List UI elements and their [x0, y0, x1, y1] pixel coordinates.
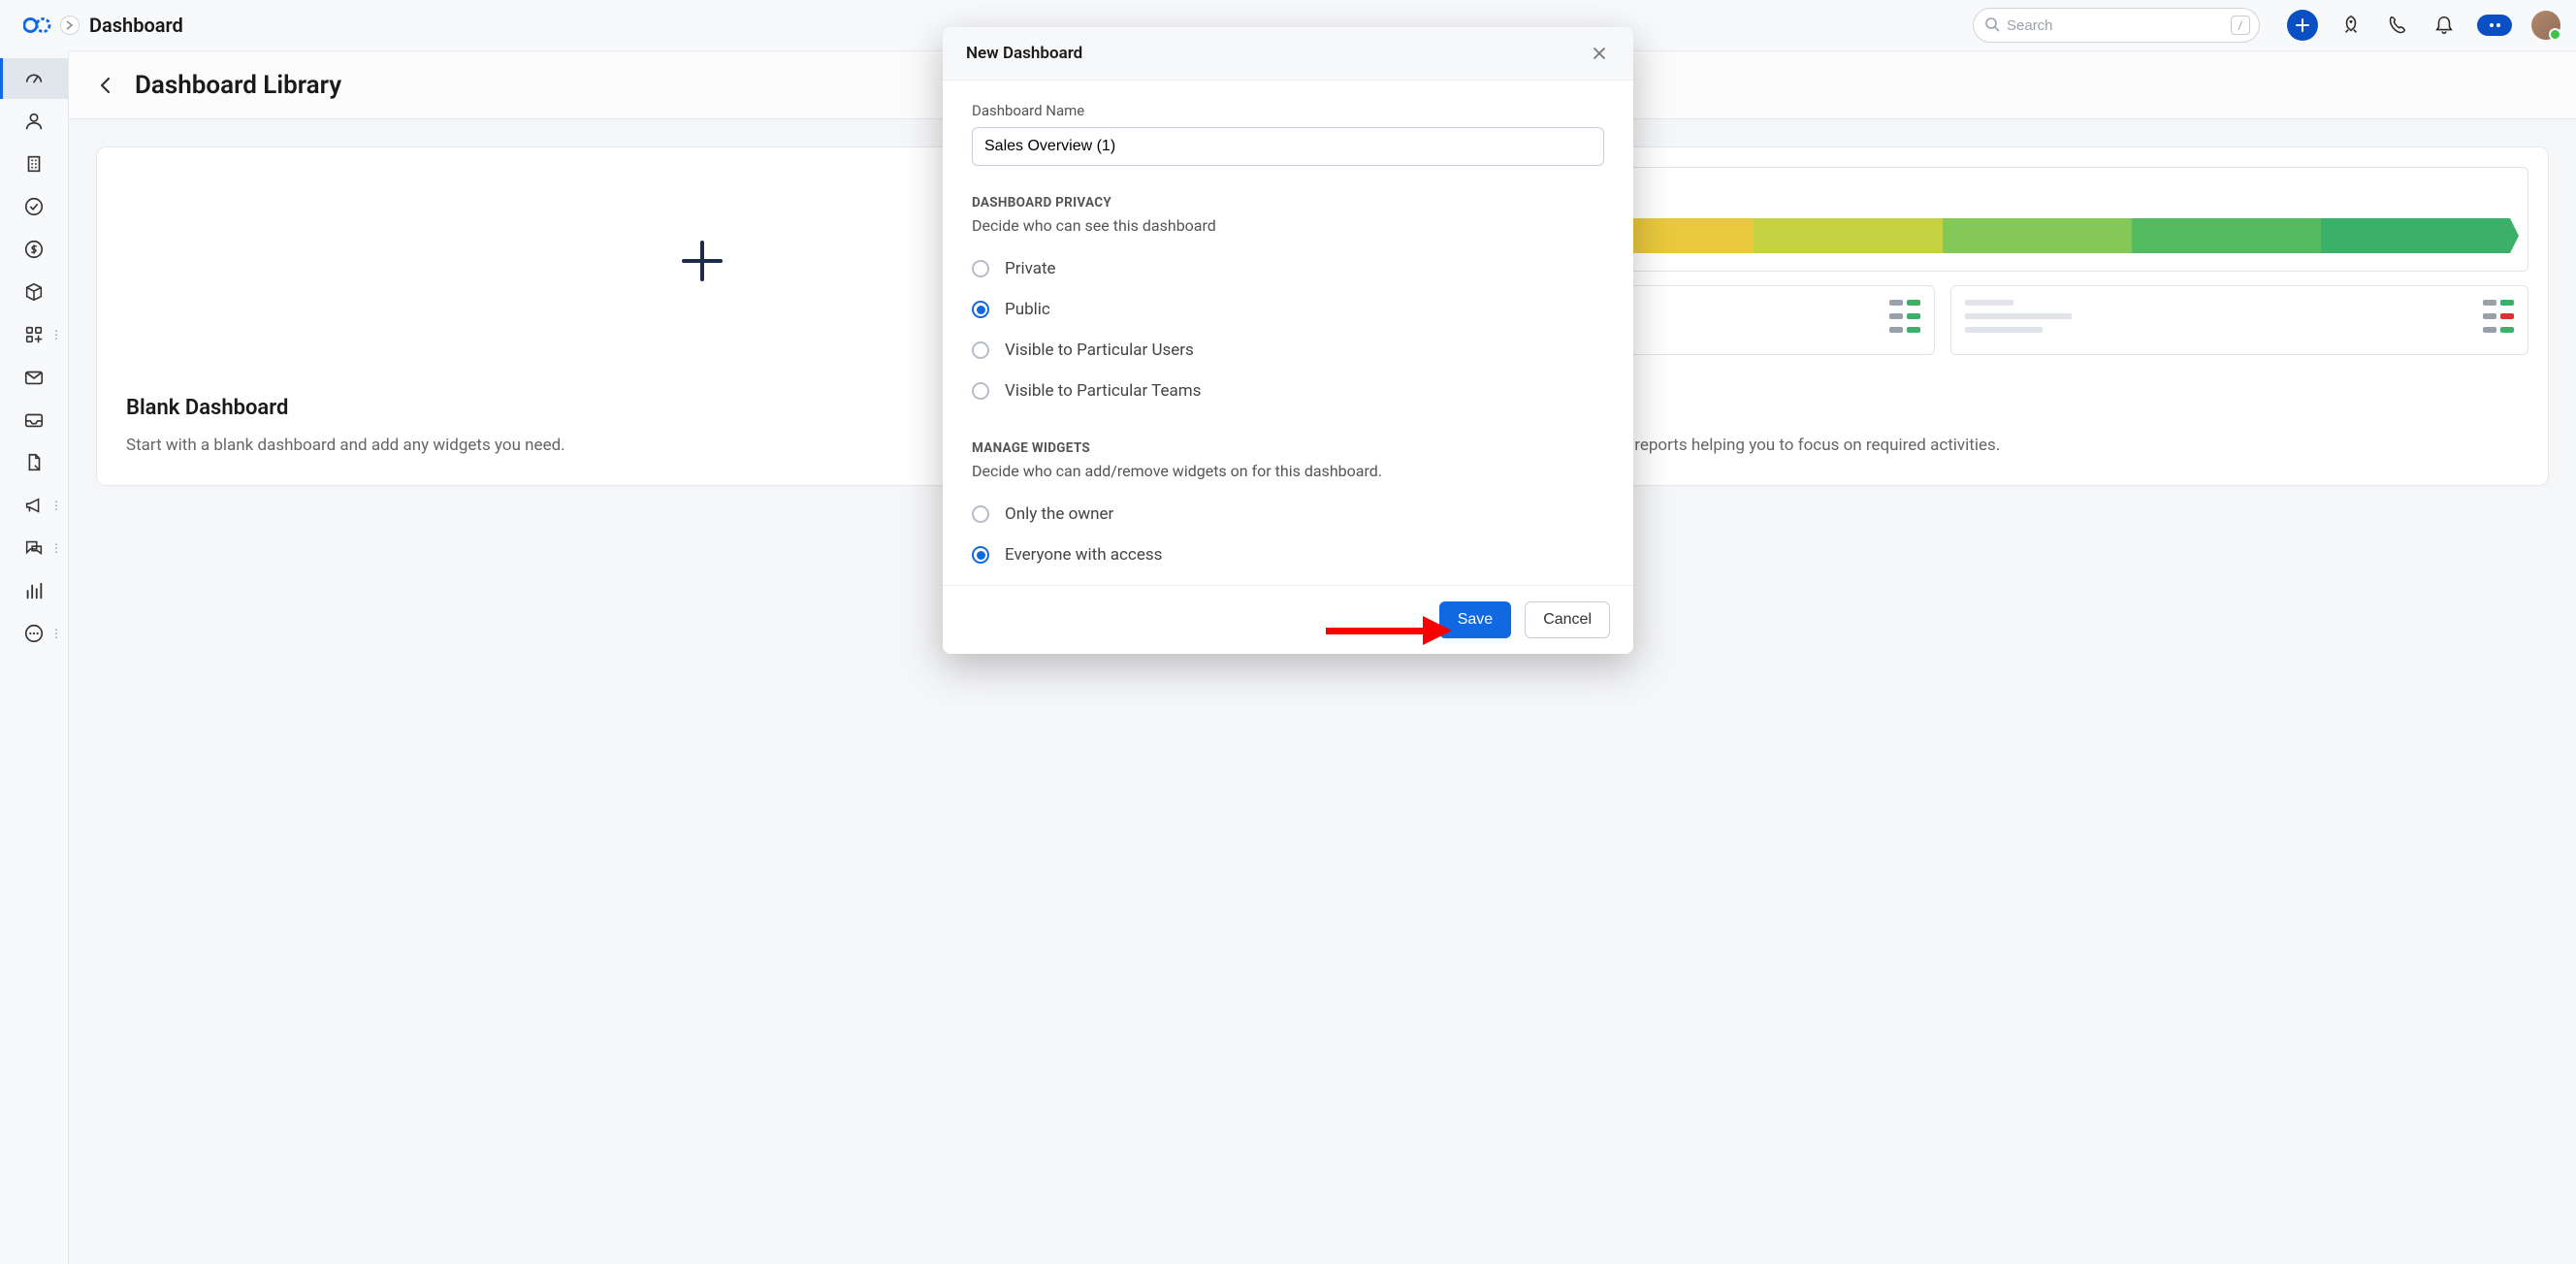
- bar-chart-icon: [23, 580, 45, 601]
- search-wrap: /: [1973, 8, 2260, 43]
- sidebar-item-apps[interactable]: ⋮: [0, 314, 68, 355]
- radio-label: Visible to Particular Users: [1005, 340, 1194, 360]
- top-actions: [2287, 10, 2560, 41]
- rocket-button[interactable]: [2337, 12, 2365, 39]
- search-shortcut-key: /: [2231, 16, 2250, 35]
- sidebar-item-inbox[interactable]: [0, 400, 68, 440]
- widgets-heading: MANAGE WIDGETS: [972, 440, 1604, 456]
- sidebar-item-documents[interactable]: [0, 442, 68, 483]
- mail-icon: [23, 367, 45, 388]
- chevron-left-icon: [96, 76, 115, 95]
- logo[interactable]: [16, 14, 66, 37]
- radio-label: Everyone with access: [1005, 545, 1162, 565]
- sidebar-expand-toggle[interactable]: [60, 16, 80, 35]
- sidebar-item-deals[interactable]: [0, 229, 68, 270]
- sidebar-item-products[interactable]: [0, 272, 68, 312]
- radio-icon: [972, 341, 989, 359]
- plus-icon: [678, 237, 726, 285]
- sidebar-item-more[interactable]: ⋮: [0, 613, 68, 654]
- radio-icon: [972, 301, 989, 318]
- app-logo-icon: [23, 14, 58, 37]
- phone-button[interactable]: [2384, 12, 2411, 39]
- dots-icon: ⋮: [50, 627, 62, 640]
- notifications-button[interactable]: [2431, 12, 2458, 39]
- annotation-arrow: [1326, 619, 1452, 642]
- sidebar-item-companies[interactable]: [0, 144, 68, 184]
- radio-icon: [972, 260, 989, 277]
- arrow-right-icon: [65, 20, 75, 30]
- radio-only-owner[interactable]: Only the owner: [972, 494, 1604, 535]
- radio-label: Private: [1005, 259, 1056, 278]
- chat-icon: [23, 537, 45, 559]
- radio-label: Visible to Particular Teams: [1005, 381, 1201, 401]
- privacy-subheading: Decide who can see this dashboard: [972, 216, 1604, 235]
- cancel-button[interactable]: Cancel: [1525, 601, 1610, 638]
- radio-icon: [972, 546, 989, 564]
- building-icon: [23, 153, 45, 175]
- radio-private[interactable]: Private: [972, 248, 1604, 289]
- sidebar-item-contacts[interactable]: [0, 101, 68, 142]
- dashboard-name-label: Dashboard Name: [972, 102, 1604, 119]
- close-button[interactable]: [1589, 43, 1610, 64]
- apps-icon: [23, 324, 45, 345]
- dots-icon: ⋮: [50, 541, 62, 555]
- radio-icon: [972, 382, 989, 400]
- radio-particular-teams[interactable]: Visible to Particular Teams: [972, 371, 1604, 411]
- sidebar-item-dashboard[interactable]: [0, 58, 68, 99]
- more-circle-icon: [23, 623, 45, 644]
- dots-icon: ⋮: [50, 328, 62, 341]
- sidebar-item-campaigns[interactable]: ⋮: [0, 485, 68, 526]
- radio-icon: [972, 505, 989, 523]
- inbox-icon: [23, 409, 45, 431]
- page-title: Dashboard: [89, 14, 183, 37]
- radio-public[interactable]: Public: [972, 289, 1604, 330]
- dollar-circle-icon: [23, 239, 45, 260]
- widgets-subheading: Decide who can add/remove widgets on for…: [972, 462, 1604, 480]
- new-dashboard-modal: New Dashboard Dashboard Name DASHBOARD P…: [943, 27, 1633, 654]
- radio-label: Only the owner: [1005, 504, 1113, 524]
- sidebar-item-email[interactable]: [0, 357, 68, 398]
- gauge-icon: [23, 68, 45, 89]
- radio-particular-users[interactable]: Visible to Particular Users: [972, 330, 1604, 371]
- modal-title: New Dashboard: [966, 44, 1082, 63]
- close-icon: [1593, 47, 1606, 60]
- search-icon: [1984, 16, 2000, 32]
- sidebar-item-tasks[interactable]: [0, 186, 68, 227]
- radio-everyone[interactable]: Everyone with access: [972, 535, 1604, 575]
- privacy-heading: DASHBOARD PRIVACY: [972, 195, 1604, 211]
- copilot-badge[interactable]: [2477, 15, 2512, 36]
- sidebar-item-reports[interactable]: [0, 570, 68, 611]
- avatar[interactable]: [2531, 11, 2560, 40]
- megaphone-icon: [23, 495, 45, 516]
- sidebar: ⋮ ⋮ ⋮ ⋮: [0, 50, 68, 1264]
- bell-icon: [2433, 15, 2455, 36]
- person-icon: [23, 111, 45, 132]
- phone-icon: [2387, 15, 2408, 36]
- box-icon: [23, 281, 45, 303]
- document-icon: [23, 452, 45, 473]
- plus-icon: [2295, 17, 2310, 33]
- dashboard-name-input[interactable]: [972, 127, 1604, 166]
- radio-label: Public: [1005, 300, 1050, 319]
- subheader-title: Dashboard Library: [135, 71, 341, 100]
- dots-icon: ⋮: [50, 499, 62, 512]
- search-input[interactable]: [1973, 8, 2260, 43]
- create-button[interactable]: [2287, 10, 2318, 41]
- rocket-icon: [2340, 15, 2362, 36]
- check-circle-icon: [23, 196, 45, 217]
- sidebar-item-chat[interactable]: ⋮: [0, 528, 68, 568]
- back-button[interactable]: [96, 76, 115, 95]
